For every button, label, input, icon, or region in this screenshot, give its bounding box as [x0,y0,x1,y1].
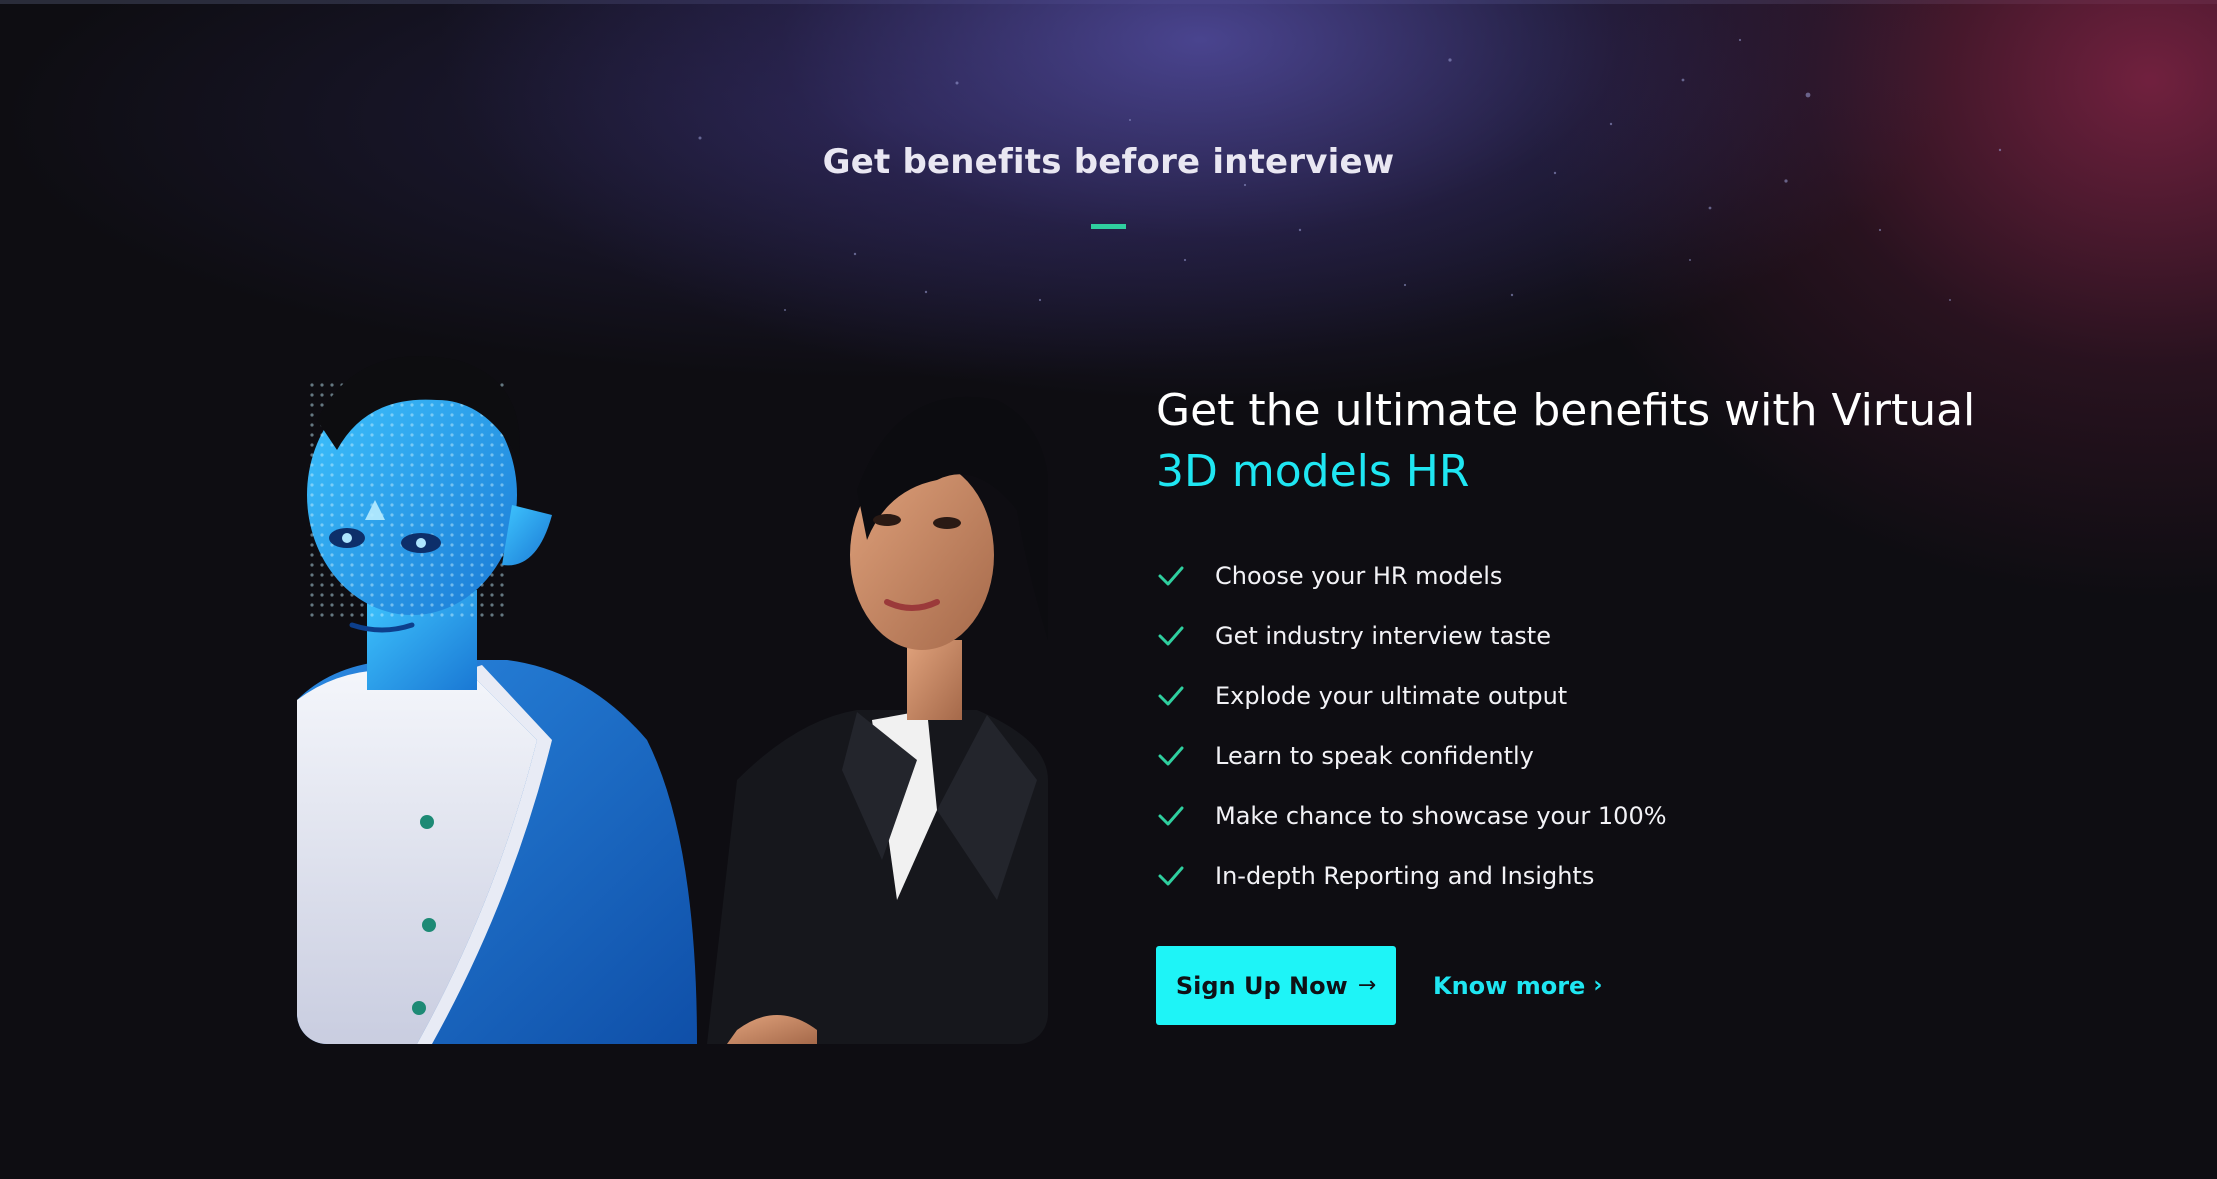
woman-avatar [707,396,1048,1044]
benefits-headline: Get the ultimate benefits with Virtual 3… [1156,380,2056,502]
feature-text: Learn to speak confidently [1215,742,1534,770]
check-icon [1156,561,1186,591]
feature-list: Choose your HR models Get industry inter… [1156,546,2056,906]
feature-item: Learn to speak confidently [1156,726,2056,786]
know-more-label: Know more [1433,971,1586,1000]
benefits-page: Get benefits before interview Get the ul… [0,0,2217,1179]
feature-item: Explode your ultimate output [1156,666,2056,726]
feature-item: Get industry interview taste [1156,606,2056,666]
man-avatar [297,356,697,1044]
hr-models-image [297,340,1048,1044]
feature-item: Choose your HR models [1156,546,2056,606]
feature-item: In-depth Reporting and Insights [1156,846,2056,906]
arrow-right-icon: → [1357,973,1377,998]
feature-item: Make chance to showcase your 100% [1156,786,2056,846]
benefits-content: Get the ultimate benefits with Virtual 3… [1156,380,2056,1025]
check-icon [1156,801,1186,831]
headline-accent: 3D models HR [1156,446,1470,497]
headline-line: Get the ultimate benefits with Virtual [1156,385,1976,436]
chevron-right-icon: › [1593,973,1603,998]
sign-up-button[interactable]: Sign Up Now → [1156,946,1396,1025]
feature-text: Get industry interview taste [1215,622,1551,650]
section-title: Get benefits before interview [822,142,1395,182]
feature-text: In-depth Reporting and Insights [1215,862,1595,890]
check-icon [1156,681,1186,711]
know-more-link[interactable]: Know more › [1433,972,1602,1000]
check-icon [1156,741,1186,771]
sign-up-label: Sign Up Now [1175,971,1348,1000]
feature-text: Choose your HR models [1215,562,1503,590]
feature-text: Make chance to showcase your 100% [1215,802,1667,830]
cta-actions: Sign Up Now → Know more › [1156,946,2056,1025]
title-underline [1091,224,1126,229]
hr-models-illustration [297,356,1048,1044]
feature-text: Explode your ultimate output [1215,682,1568,710]
check-icon [1156,621,1186,651]
check-icon [1156,861,1186,891]
